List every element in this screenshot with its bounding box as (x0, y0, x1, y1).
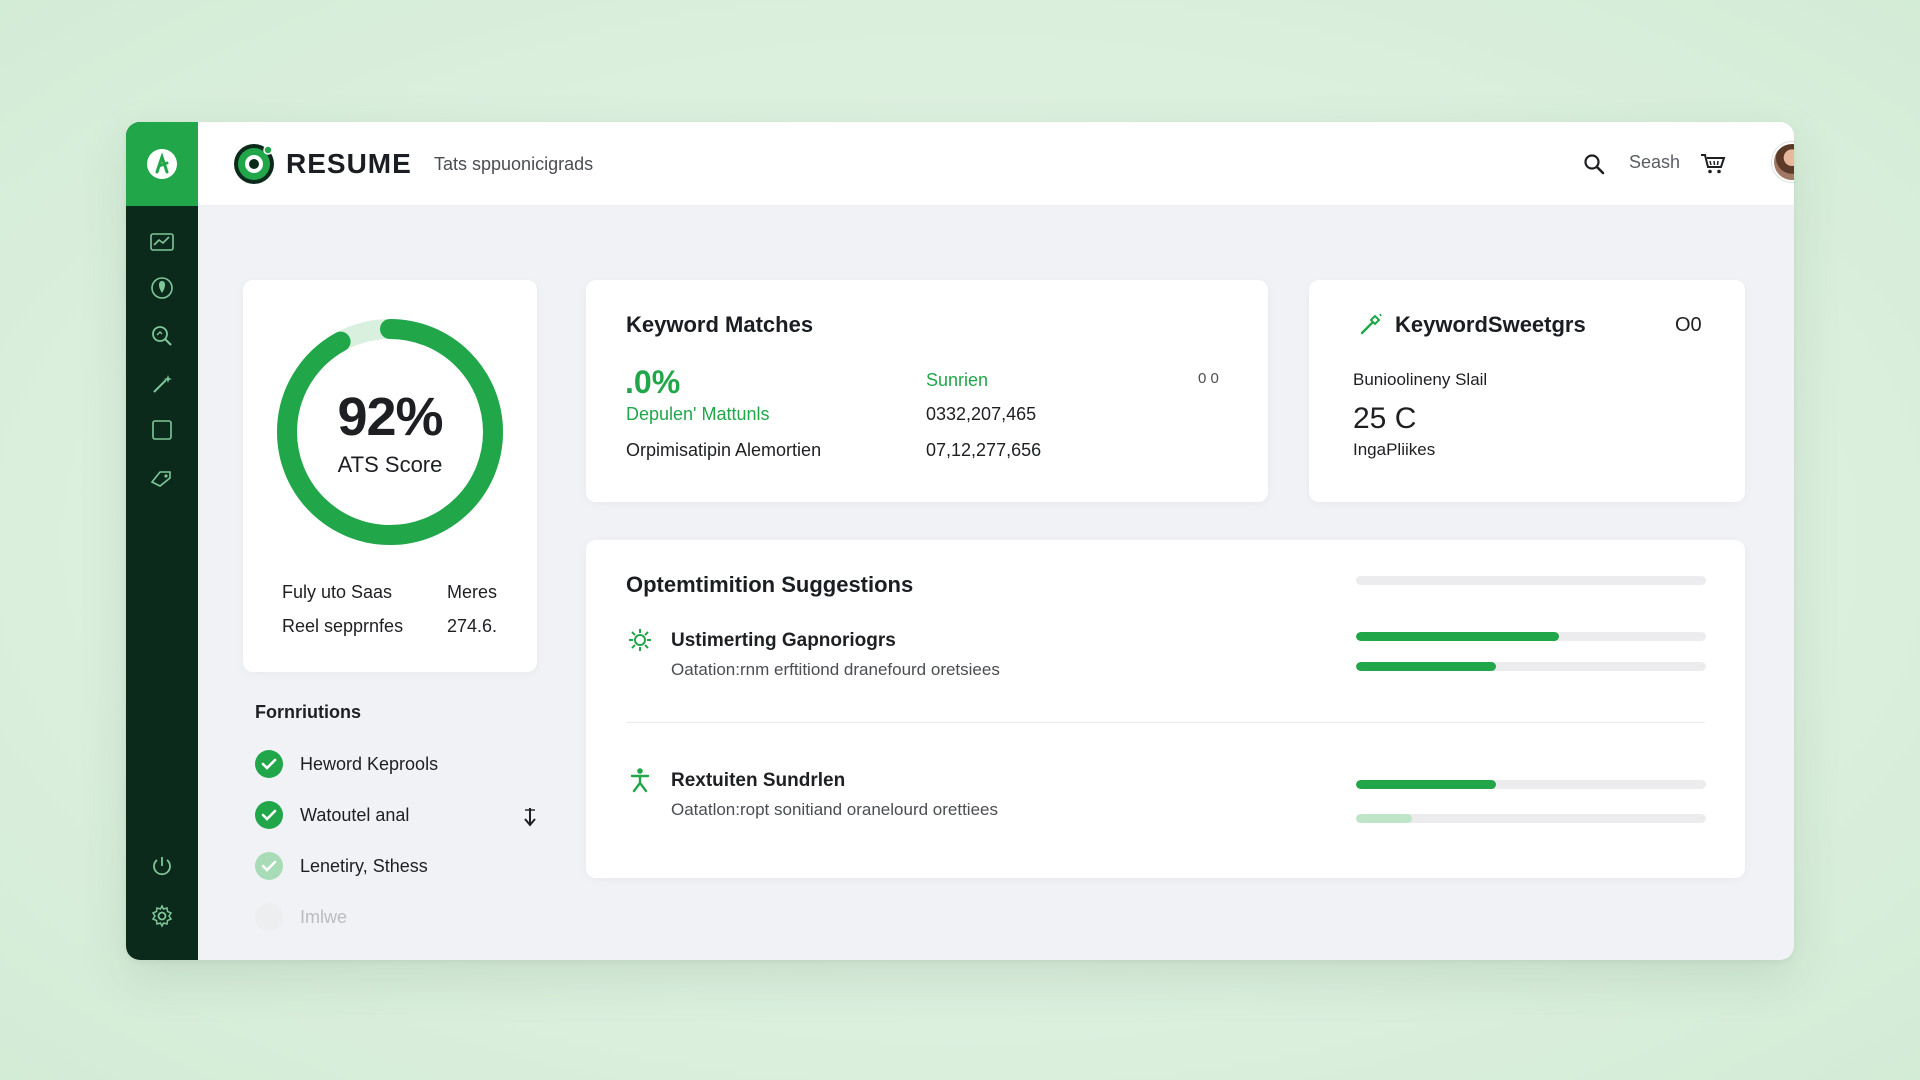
progress-fill (1356, 780, 1496, 789)
settings-icon[interactable] (126, 900, 198, 932)
functions-title: Fornriutions (255, 702, 361, 722)
keyword-sweet-title: KeywordSweetgrs (1395, 312, 1586, 337)
resume-logo-icon[interactable] (232, 142, 276, 186)
search-analyze-icon[interactable] (126, 320, 198, 352)
optimization-header-bar (1356, 576, 1706, 585)
keyword-row-value: 07,12,277,656 (926, 440, 1042, 460)
sidebar (126, 122, 198, 960)
wand-icon (1357, 310, 1385, 338)
download-arrow-icon[interactable] (520, 803, 540, 831)
check-icon (255, 750, 283, 778)
progress-fill (1356, 632, 1559, 641)
app-subtitle: Tats sppuonicigrads (434, 154, 594, 174)
score-row-value: Meres (447, 582, 498, 602)
function-item[interactable]: Imlwe (300, 907, 347, 928)
keyword-col-header: Sunrien (926, 370, 989, 390)
check-icon (255, 852, 283, 880)
function-item[interactable]: Lenetiry, Sthess (300, 856, 428, 877)
keyword-sweet-card: KeywordSweetgrs O0 Bunioolineny Slail 25… (1309, 280, 1745, 502)
keyword-sweet-value: 25 C (1353, 402, 1417, 435)
suggestion-description: Oatatlon:ropt sonitiand oranelourd orett… (671, 800, 998, 819)
location-icon[interactable] (126, 272, 198, 304)
keyword-match-percent: .0% (625, 364, 681, 400)
app-name: RESUME (286, 148, 412, 179)
keyword-matches-card: Keyword Matches .0% Sunrien 0 0 Depulen'… (586, 280, 1268, 502)
ats-score-label: ATS Score (337, 452, 443, 477)
ats-score-value: 92% (337, 387, 443, 447)
score-row-label: Fuly uto Saas (282, 582, 393, 602)
cart-icon[interactable] (1698, 150, 1728, 178)
suggestion-progress-bar (1356, 662, 1706, 671)
keyword-sweet-badge[interactable]: O0 (1675, 314, 1702, 337)
progress-fill (1356, 814, 1412, 823)
optimization-title: Optemtimition Suggestions (626, 572, 914, 597)
score-row-label: Reel sepprnfes (282, 616, 404, 636)
top-bar: RESUME Tats sppuonicigrads Seash (198, 122, 1794, 206)
search-icon[interactable] (1580, 150, 1608, 178)
document-icon[interactable] (126, 414, 198, 446)
chart-icon[interactable] (126, 226, 198, 258)
suggestion-progress-bar (1356, 814, 1706, 823)
function-item[interactable]: Heword Keprools (300, 754, 438, 775)
person-icon (626, 766, 654, 794)
power-icon[interactable] (126, 850, 198, 882)
divider (626, 722, 1705, 723)
keyword-sweet-sub: IngaPliikes (1353, 440, 1436, 459)
check-icon (255, 801, 283, 829)
magic-wand-icon[interactable] (126, 368, 198, 400)
keyword-row-label: Orpimisatipin Alemortien (626, 440, 822, 460)
brand-logo[interactable] (126, 122, 198, 206)
keyword-row-value: 0332,207,465 (926, 404, 1037, 424)
keyword-matches-title: Keyword Matches (626, 312, 814, 337)
tag-icon[interactable] (126, 462, 198, 494)
progress-fill (1356, 662, 1496, 671)
keyword-sweet-label: Bunioolineny Slail (1353, 370, 1488, 389)
brand-icon (147, 149, 177, 179)
score-row-value: 274.6. (447, 616, 498, 636)
sun-gear-icon (626, 626, 654, 654)
suggestion-progress-bar (1356, 632, 1706, 641)
avatar[interactable] (1772, 142, 1794, 182)
app-window: RESUME Tats sppuonicigrads Seash 92% ATS… (126, 122, 1794, 960)
suggestion-title[interactable]: Ustimerting Gapnoriogrs (671, 630, 896, 652)
search-label[interactable]: Seash (1629, 152, 1680, 173)
suggestion-description: Oatation:rnm erftitiond dranefourd orets… (671, 660, 1000, 679)
optimization-card: Optemtimition Suggestions Ustimerting Ga… (586, 540, 1745, 878)
pending-icon (255, 903, 283, 931)
keyword-row-label: Depulen' Mattunls (626, 404, 770, 424)
function-item[interactable]: Watoutel anal (300, 805, 409, 826)
suggestion-progress-bar (1356, 780, 1706, 789)
keyword-badge[interactable]: 0 0 (1198, 370, 1219, 387)
ats-score-card: 92% ATS Score Fuly uto Saas Meres Reel s… (243, 280, 537, 672)
suggestion-title[interactable]: Rextuiten Sundrlen (671, 770, 845, 792)
